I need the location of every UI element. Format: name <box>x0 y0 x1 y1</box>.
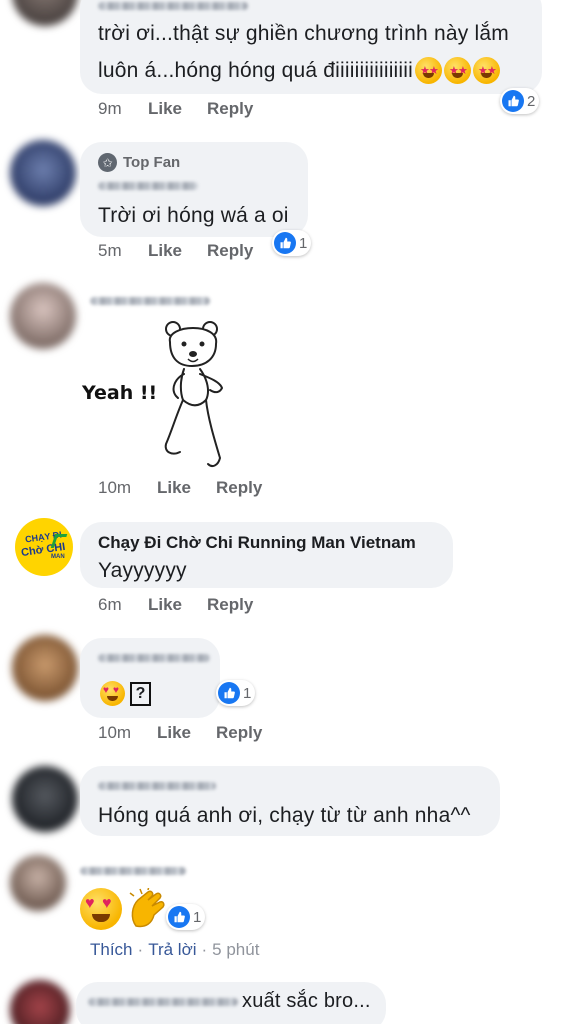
avatar[interactable] <box>12 766 78 832</box>
avatar[interactable] <box>10 980 70 1024</box>
avatar[interactable] <box>10 855 66 911</box>
comment-text: Yayyyyyy <box>98 559 187 582</box>
reply-button[interactable]: Reply <box>207 595 253 615</box>
like-reaction-icon <box>274 232 296 254</box>
reaction-count[interactable]: 1 <box>166 904 206 930</box>
author-name[interactable] <box>98 782 216 790</box>
comment-time[interactable]: 10m <box>98 723 131 743</box>
reaction-count[interactable]: 1 <box>216 680 256 706</box>
separator: · <box>137 940 144 959</box>
reaction-count[interactable]: 1 <box>272 230 312 256</box>
reply-button[interactable]: Trả lời <box>148 940 196 960</box>
reply-button[interactable]: Reply <box>207 99 253 119</box>
avatar[interactable] <box>10 140 76 206</box>
comment-text: luôn á...hóng hóng quá điiiiiiiiiiiiiiii <box>98 59 414 82</box>
heart-eyes-emoji-icon: ♥ ♥ <box>100 681 125 706</box>
comment-emoji-row: ♥ ♥ <box>80 885 168 930</box>
comment-text: Trời ơi hóng wá a oi <box>98 204 289 227</box>
heart-eyes-emoji-icon: ♥ ♥ <box>80 888 122 930</box>
star-badge-icon: ✩ <box>98 153 117 172</box>
like-reaction-icon <box>502 90 524 112</box>
like-button[interactable]: Like <box>148 99 182 119</box>
reaction-count[interactable]: 2 <box>500 88 540 114</box>
comment-text-line2: luôn á...hóng hóng quá điiiiiiiiiiiiiiii… <box>98 55 501 86</box>
like-button[interactable]: Thích <box>90 940 133 960</box>
comment-text: trời ơi...thật sự ghiền chương trình này… <box>98 22 509 45</box>
sticker-text: Yeah !! <box>82 382 158 404</box>
author-name[interactable]: Chạy Đi Chờ Chi Running Man Vietnam <box>98 533 416 553</box>
author-name[interactable] <box>98 2 248 10</box>
comment-time[interactable]: 5m <box>98 241 122 261</box>
avatar[interactable] <box>10 283 76 349</box>
reply-button[interactable]: Reply <box>207 241 253 261</box>
top-fan-badge: ✩ Top Fan <box>98 153 180 172</box>
like-button[interactable]: Like <box>148 595 182 615</box>
author-name[interactable] <box>90 297 210 305</box>
comment-emoji-row: ♥ ♥ ? <box>100 681 151 706</box>
like-reaction-icon <box>168 906 190 928</box>
like-reaction-icon <box>218 682 240 704</box>
unknown-glyph-icon: ? <box>130 681 151 706</box>
like-button[interactable]: Like <box>157 478 191 498</box>
separator: · <box>201 940 208 959</box>
star-struck-emoji-icon: ★ ★ <box>473 57 501 84</box>
avatar[interactable] <box>12 635 78 701</box>
author-name[interactable] <box>98 182 198 190</box>
comment-text: xuất sắc bro... <box>242 990 371 1012</box>
reply-button[interactable]: Reply <box>216 723 262 743</box>
like-button[interactable]: Like <box>148 241 182 261</box>
comment-time[interactable]: 5 phút <box>212 940 259 960</box>
like-button[interactable]: Like <box>157 723 191 743</box>
star-struck-emoji-icon: ★ ★ <box>415 57 443 84</box>
clapping-hands-emoji-icon <box>128 885 168 930</box>
reply-button[interactable]: Reply <box>216 478 262 498</box>
comment-actions: Thích · Trả lời · 5 phút <box>90 940 259 960</box>
comment-time[interactable]: 10m <box>98 478 131 498</box>
star-struck-emoji-icon: ★ ★ <box>444 57 472 84</box>
comment-bubble <box>80 638 220 718</box>
comment-time[interactable]: 6m <box>98 595 122 615</box>
logo-text: MAN <box>51 554 65 560</box>
comment-time[interactable]: 9m <box>98 99 122 119</box>
author-name[interactable] <box>98 654 210 662</box>
avatar[interactable] <box>12 0 78 26</box>
author-name[interactable] <box>88 998 238 1006</box>
page-logo-avatar[interactable]: CHẠY ĐI Chờ CHI MAN <box>15 518 73 576</box>
comment-text: Hóng quá anh ơi, chạy từ từ anh nha^^ <box>98 804 471 827</box>
author-name[interactable] <box>80 867 186 875</box>
